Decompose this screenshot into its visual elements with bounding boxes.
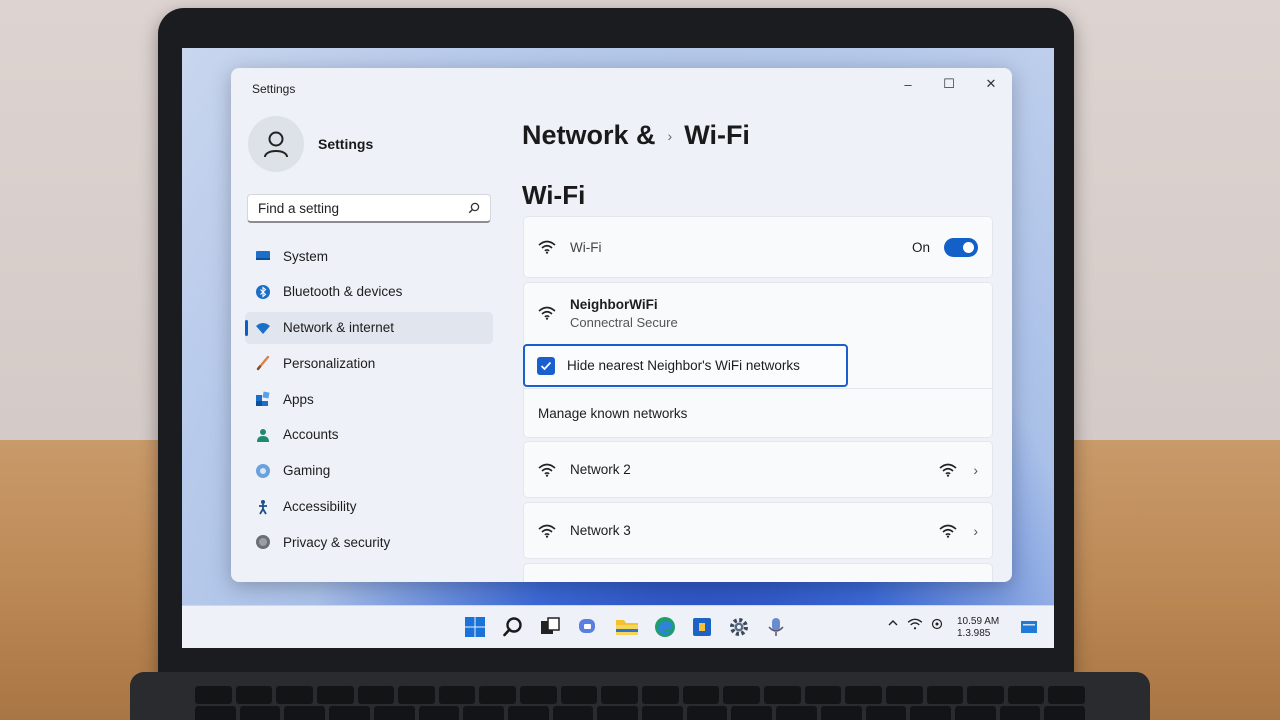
sidebar-item-apps[interactable]: Apps	[245, 383, 493, 415]
sidebar-item-label: Bluetooth & devices	[283, 284, 403, 300]
chat-icon[interactable]	[575, 614, 601, 640]
settings-gear-icon[interactable]	[726, 614, 752, 640]
window-title: Settings	[252, 82, 296, 96]
sidebar-item-label: Privacy & security	[283, 534, 391, 550]
breadcrumb: Network & › Wi-Fi	[522, 120, 750, 151]
gaming-icon	[255, 463, 271, 479]
sidebar-nav: System Bluetooth & devices Network & int…	[245, 240, 493, 562]
wifi-icon	[538, 463, 556, 477]
shield-icon	[255, 534, 271, 550]
keyboard-row	[195, 706, 1086, 720]
start-icon[interactable]	[462, 614, 488, 640]
network-row[interactable]: Network 3 ›	[523, 502, 993, 559]
connected-network-name: NeighborWiFi	[570, 296, 658, 312]
sidebar-item-label: Gaming	[283, 463, 331, 479]
system-icon	[255, 248, 271, 264]
sidebar-item-accessibility[interactable]: Accessibility	[245, 491, 493, 523]
network-name: Network 2	[570, 462, 631, 477]
search-icon	[468, 202, 480, 214]
tray-volume-icon[interactable]	[931, 618, 943, 633]
breadcrumb-parent[interactable]: Network &	[522, 120, 656, 151]
wifi-toggle[interactable]	[944, 237, 978, 257]
show-hidden-icons-chevron-icon[interactable]	[887, 618, 899, 631]
wifi-toggle-card: Wi-Fi On	[523, 216, 993, 278]
maximize-button[interactable]: ☐	[929, 72, 969, 96]
accessibility-icon	[255, 499, 271, 515]
taskbar: 10.59 AM 1.3.985	[182, 605, 1054, 648]
wifi-icon	[538, 524, 556, 538]
chevron-right-icon: ›	[973, 461, 978, 478]
file-explorer-icon[interactable]	[614, 614, 640, 640]
profile-header[interactable]: Settings	[248, 116, 373, 172]
sidebar-item-accounts[interactable]: Accounts	[245, 419, 493, 451]
section-title: Wi-Fi	[522, 180, 586, 210]
profile-name: Settings	[318, 136, 374, 152]
task-view-icon[interactable]	[537, 614, 563, 640]
search-box[interactable]	[247, 194, 491, 223]
notification-icon[interactable]	[1016, 614, 1042, 640]
sidebar-item-system[interactable]: System	[245, 240, 493, 272]
network-icon	[255, 320, 271, 336]
network-name: Network 3	[570, 523, 631, 538]
sidebar-item-label: Accessibility	[283, 499, 357, 515]
sidebar-item-bluetooth[interactable]: Bluetooth & devices	[245, 276, 493, 308]
close-button[interactable]: ✕	[971, 72, 1011, 96]
apps-icon	[255, 391, 271, 407]
mic-app-icon[interactable]	[763, 614, 789, 640]
edge-browser-icon[interactable]	[652, 614, 678, 640]
keyboard-row	[195, 686, 1086, 704]
accounts-icon	[255, 427, 271, 443]
checkmark-icon	[540, 361, 552, 370]
clock-time: 10.59 AM	[957, 616, 1000, 627]
breadcrumb-current: Wi-Fi	[684, 120, 750, 150]
signal-strength-icon	[939, 463, 957, 477]
wifi-label: Wi-Fi	[570, 239, 602, 255]
search-input[interactable]	[258, 200, 468, 216]
wifi-state-label: On	[911, 239, 930, 255]
avatar	[248, 116, 304, 172]
sidebar-item-network[interactable]: Network & internet	[245, 311, 493, 344]
taskbar-clock[interactable]: 10.59 AM 1.3.985	[957, 616, 999, 640]
brush-icon	[255, 355, 271, 371]
tray-wifi-icon[interactable]	[907, 618, 923, 633]
settings-window: Settings – ☐ ✕ Settings System	[231, 68, 1012, 582]
sidebar-item-label: System	[283, 248, 329, 264]
chevron-right-icon: ›	[973, 522, 978, 539]
sidebar-item-privacy[interactable]: Privacy & security	[245, 526, 493, 558]
store-icon[interactable]	[689, 614, 715, 640]
sidebar-item-label: Personalization	[283, 355, 376, 371]
minimize-button[interactable]: –	[888, 72, 928, 96]
signal-strength-icon	[939, 524, 957, 538]
network-row-partial[interactable]	[523, 563, 993, 582]
wifi-icon	[538, 306, 556, 320]
clock-date: 1.3.985	[957, 628, 991, 639]
hide-neighbor-networks-option[interactable]: Hide nearest Neighbor's WiFi networks	[523, 344, 848, 387]
sidebar-item-label: Network & internet	[283, 320, 395, 336]
connected-network-status: Connectral Secure	[570, 314, 678, 330]
search-icon[interactable]	[500, 614, 526, 640]
manage-known-networks[interactable]: Manage known networks	[524, 389, 992, 437]
sidebar-item-personalization[interactable]: Personalization	[245, 347, 493, 379]
breadcrumb-separator: ›	[667, 127, 673, 144]
wifi-icon	[538, 240, 556, 254]
hide-neighbor-label: Hide nearest Neighbor's WiFi networks	[567, 358, 800, 373]
network-row[interactable]: Network 2 ›	[523, 441, 993, 498]
sidebar-item-gaming[interactable]: Gaming	[245, 455, 493, 487]
sidebar-item-label: Accounts	[283, 427, 339, 443]
sidebar-item-label: Apps	[283, 391, 314, 407]
bluetooth-icon	[255, 284, 271, 300]
connected-network-row[interactable]: NeighborWiFi Connectral Secure	[524, 283, 992, 343]
manage-known-networks-label: Manage known networks	[538, 405, 688, 421]
hide-neighbor-checkbox[interactable]	[537, 356, 555, 375]
user-icon	[264, 131, 288, 158]
